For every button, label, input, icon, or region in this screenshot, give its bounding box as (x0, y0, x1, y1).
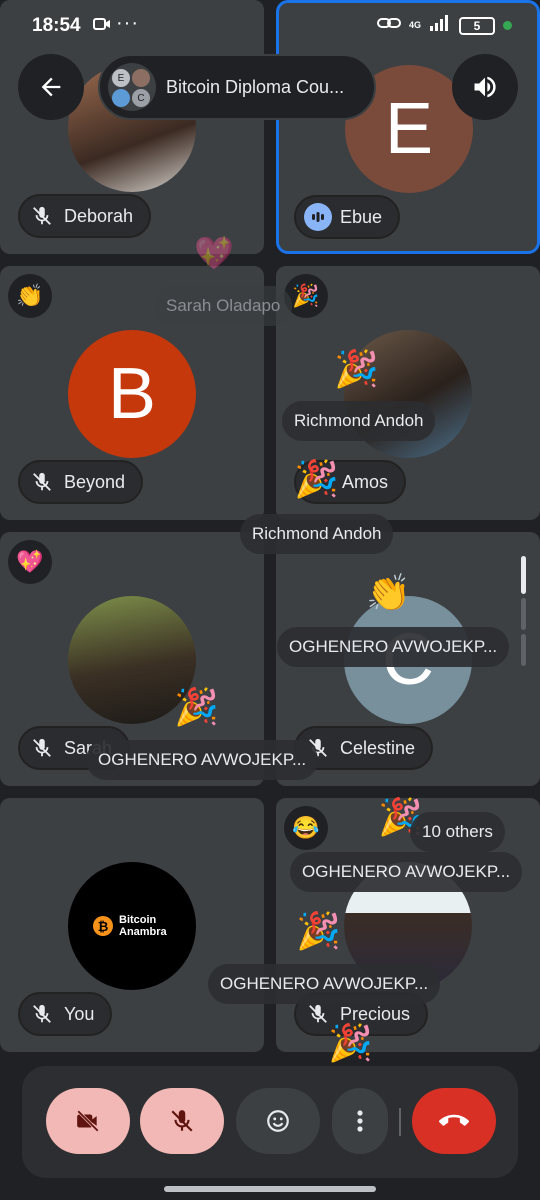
heart-reaction-icon: 💖 (194, 235, 234, 271)
heart-reaction-icon: 💖 (8, 540, 52, 584)
signal-icon (429, 15, 451, 36)
participant-tile-you[interactable]: ₿ Bitcoin Anambra You (0, 798, 264, 1052)
link-icon (376, 16, 401, 35)
reaction-label: Richmond Andoh (240, 514, 394, 554)
mic-off-icon (28, 1000, 56, 1028)
bitcoin-logo-icon: ₿ (93, 916, 113, 936)
mini-avatar-c: C (132, 89, 150, 107)
smiley-icon (267, 1110, 289, 1132)
avatar: ₿ Bitcoin Anambra (68, 862, 196, 990)
participant-name: Amos (342, 471, 389, 492)
mic-off-icon (28, 202, 56, 230)
reaction-label: Richmond Andoh (282, 401, 436, 441)
reaction-label: OGHENERO AVWOJEKP... (277, 627, 510, 667)
others-badge[interactable]: 10 others (410, 812, 505, 852)
status-time: 18:54 (32, 15, 81, 36)
mic-off-icon (28, 734, 56, 762)
mic-toggle-button[interactable] (140, 1088, 224, 1154)
home-indicator[interactable] (164, 1186, 376, 1192)
back-button[interactable] (18, 54, 84, 120)
mini-avatar-photo (112, 89, 130, 107)
avatar: B (68, 330, 196, 458)
reaction-label: OGHENERO AVWOJEKP... (86, 740, 319, 780)
reaction-label: OGHENERO AVWOJEKP... (208, 964, 441, 1004)
laugh-reaction-icon: 😂 (284, 806, 328, 850)
party-reaction-icon: 🎉 (294, 458, 339, 499)
video-call-status-icon (93, 17, 111, 36)
mini-avatar-photo (132, 69, 150, 87)
camera-off-icon (77, 1110, 99, 1132)
participant-name: Deborah (64, 205, 134, 226)
end-call-button[interactable] (412, 1088, 496, 1154)
page-indicator[interactable] (521, 634, 526, 666)
arrow-left-icon (41, 77, 61, 97)
reaction-label: Sarah Oladapo (154, 286, 293, 326)
avatar-text: Bitcoin Anambra (119, 914, 167, 938)
privacy-dot-icon (503, 21, 512, 30)
meeting-title: Bitcoin Diploma Cou... (166, 76, 345, 97)
party-reaction-icon: 🎉 (328, 1022, 373, 1063)
clap-reaction-icon: 👏 (366, 572, 411, 613)
hang-up-icon (439, 1114, 469, 1126)
nameplate: Deborah (18, 194, 152, 238)
reactions-button[interactable] (236, 1088, 320, 1154)
mic-off-icon (28, 468, 56, 496)
speaking-indicator-icon (304, 203, 332, 231)
party-reaction-icon: 🎉 (296, 910, 341, 951)
divider (399, 1108, 401, 1136)
participants-mini-avatars: E C (108, 63, 156, 111)
network-type: 4G (408, 20, 421, 30)
call-controls-bar (22, 1066, 518, 1178)
more-options-button[interactable] (332, 1088, 388, 1154)
battery-icon: 5 (459, 16, 495, 35)
participant-name: Ebue (340, 206, 383, 227)
reaction-label: OGHENERO AVWOJEKP... (290, 852, 523, 892)
party-reaction-icon: 🎉 (334, 348, 379, 389)
page-indicator-active[interactable] (521, 556, 526, 594)
more-status-icon: ··· (116, 12, 139, 34)
party-reaction-icon: 🎉 (174, 686, 219, 727)
status-icons: 4G 5 (376, 15, 512, 36)
page-indicator[interactable] (521, 598, 526, 630)
nameplate: Ebue (294, 195, 401, 239)
status-bar: 18:54 ··· 4G 5 (0, 0, 540, 52)
participant-name: You (64, 1003, 95, 1024)
participant-name: Beyond (64, 471, 126, 492)
more-vert-icon (357, 1110, 363, 1132)
nameplate: Beyond (18, 460, 144, 504)
clap-reaction-icon: 👏 (8, 274, 52, 318)
volume-icon (474, 76, 496, 98)
participant-name: Celestine (340, 737, 416, 758)
mini-avatar-e: E (112, 69, 130, 87)
nameplate: You (18, 992, 113, 1036)
speaker-button[interactable] (452, 54, 518, 120)
camera-toggle-button[interactable] (46, 1088, 130, 1154)
mic-off-icon (171, 1110, 193, 1132)
meeting-title-chip[interactable]: E C Bitcoin Diploma Cou... (98, 54, 376, 120)
